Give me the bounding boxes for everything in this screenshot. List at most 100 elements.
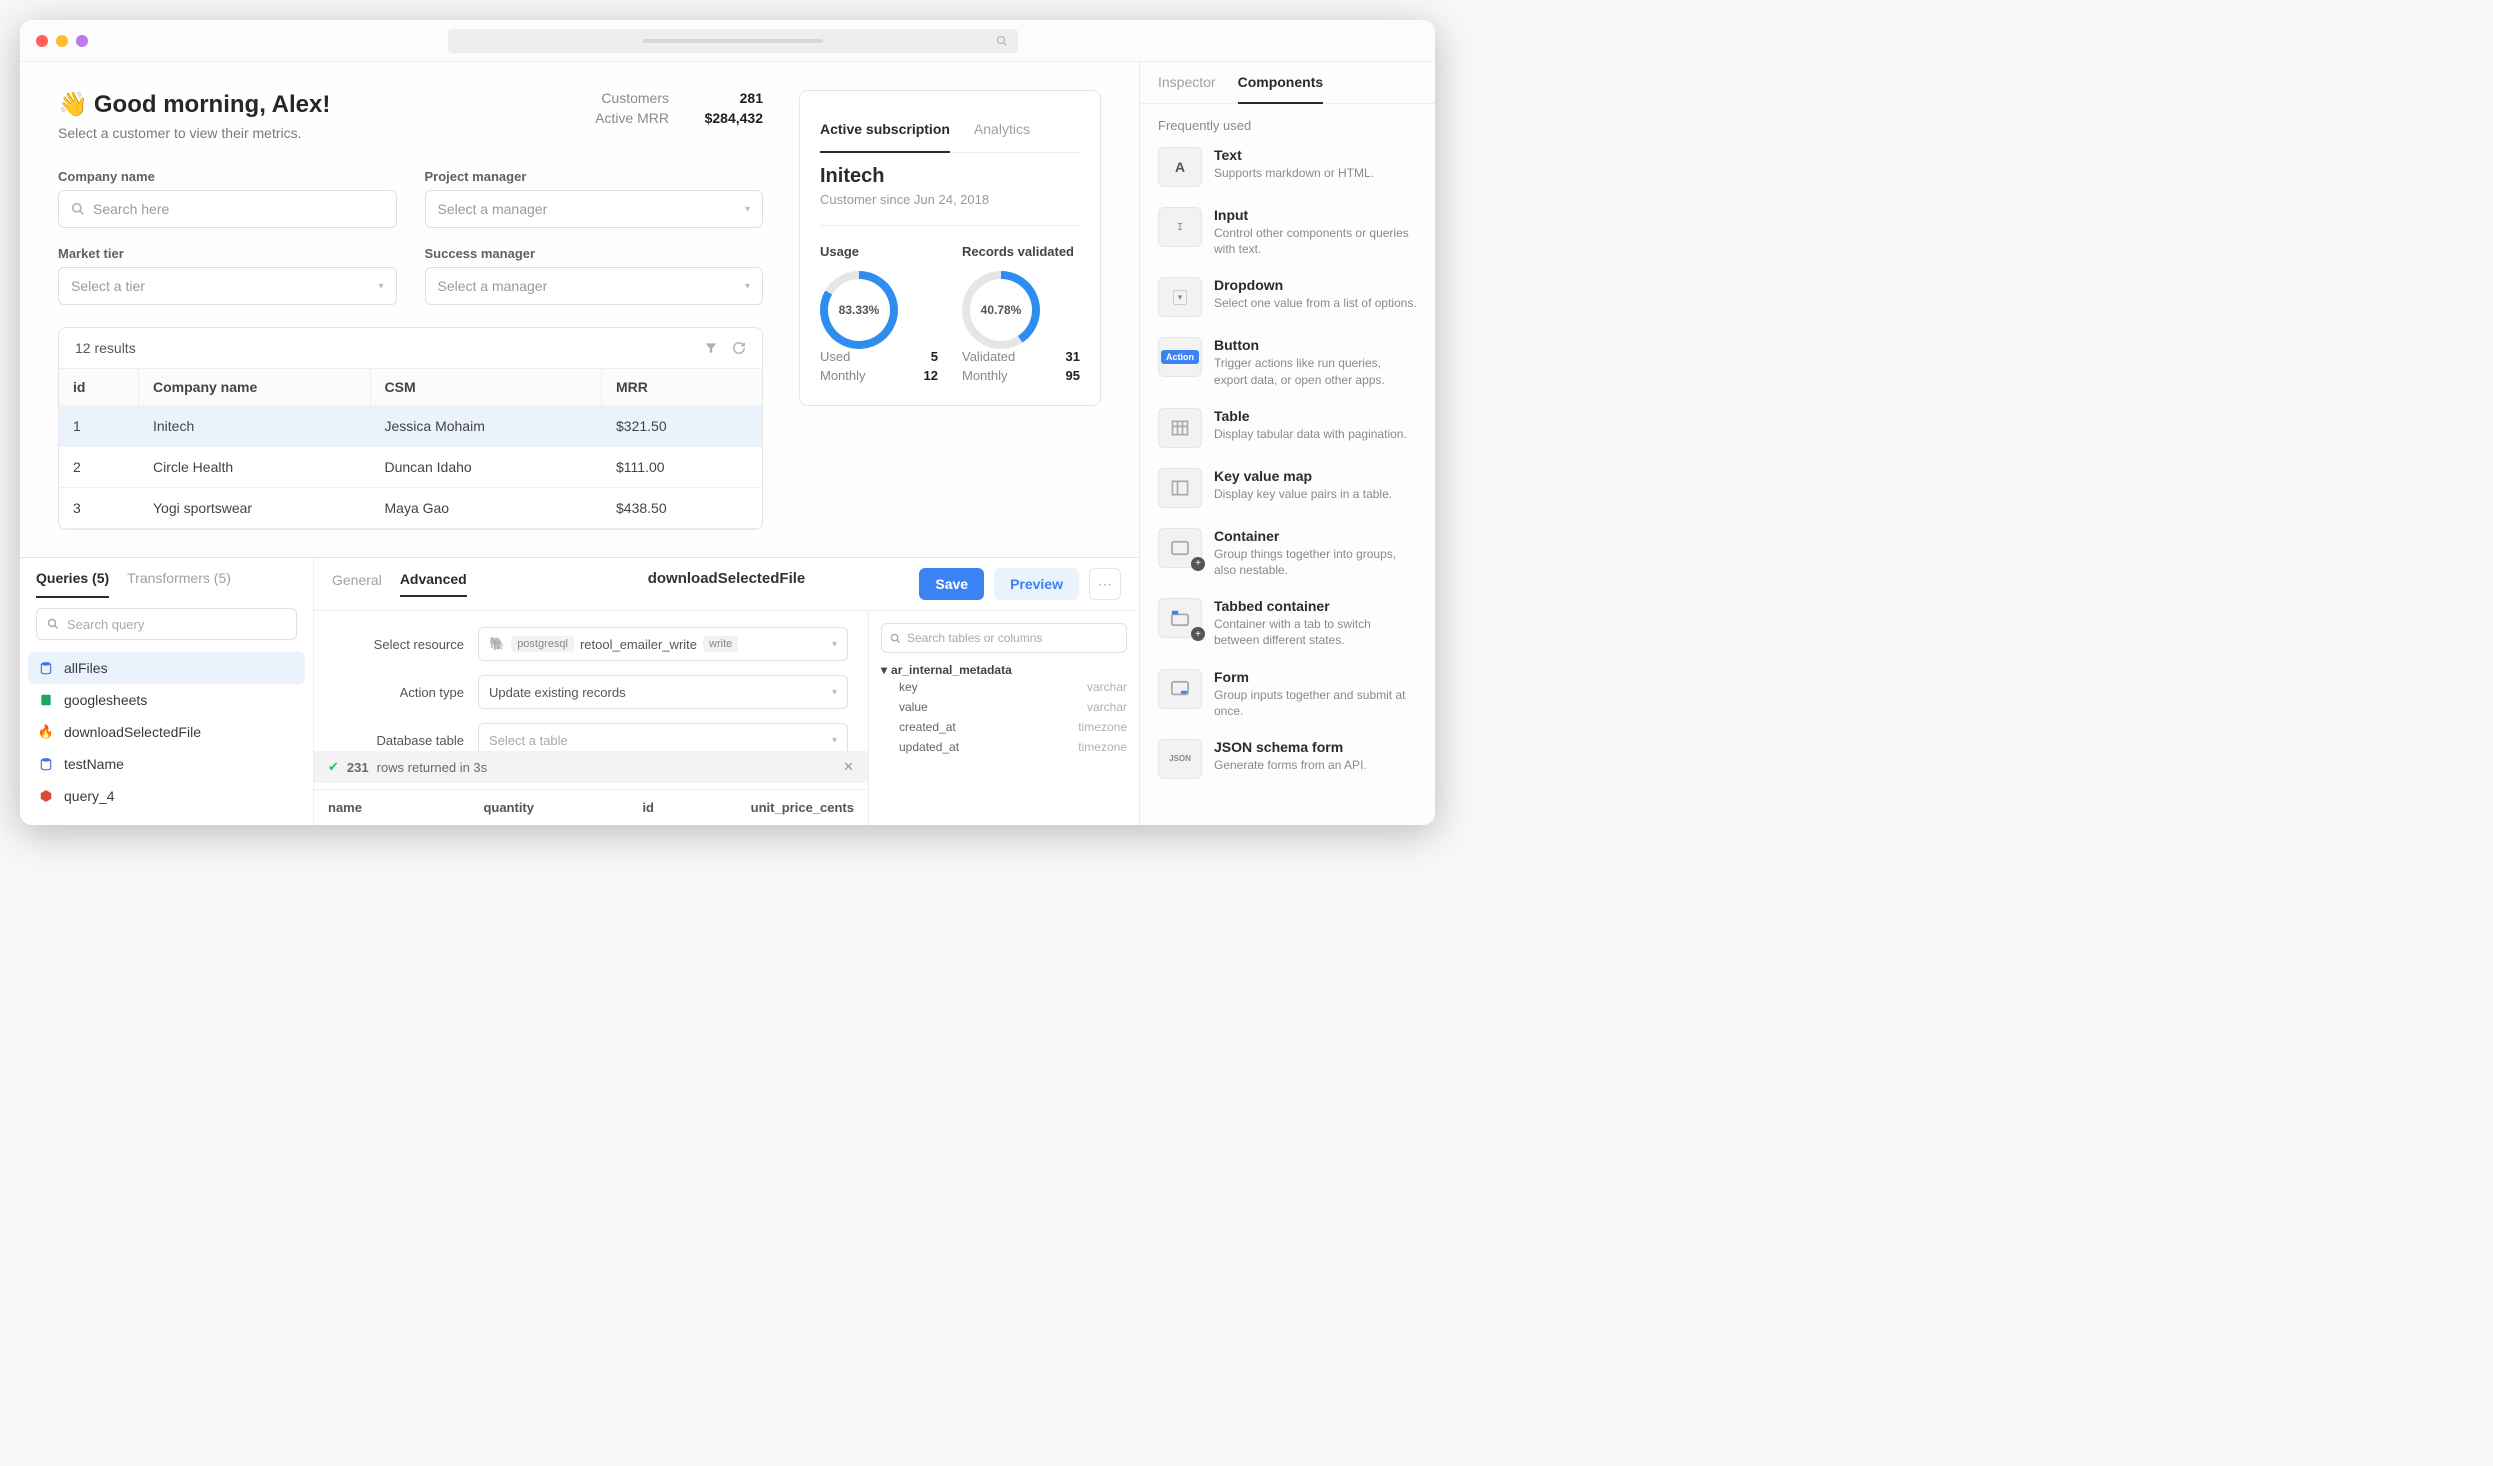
col-type: timezone [1078,740,1127,754]
component-desc: Display key value pairs in a table. [1214,486,1392,502]
query-item[interactable]: 🔥downloadSelectedFile [28,716,305,748]
table-header-row: id Company name CSM MRR [59,369,762,406]
filter-icon[interactable] [704,341,718,355]
resource-label: Select resource [334,637,464,652]
customer-since: Customer since Jun 24, 2018 [820,192,1080,207]
sm-select[interactable]: Select a manager ▾ [425,267,764,305]
component-item[interactable]: + Tabbed container Container with a tab … [1154,588,1421,658]
minimize-window-icon[interactable] [56,35,68,47]
tier-filter-label: Market tier [58,246,397,261]
chevron-down-icon: ▾ [832,735,837,746]
result-col[interactable]: name [328,800,374,815]
query-item[interactable]: testName [28,748,305,780]
component-name: Input [1214,207,1417,223]
schema-column[interactable]: updated_attimezone [881,737,1127,757]
close-icon[interactable]: ✕ [843,759,854,775]
result-col[interactable]: id [534,800,654,815]
component-item[interactable]: Form Group inputs together and submit at… [1154,659,1421,729]
schema-column[interactable]: valuevarchar [881,697,1127,717]
tab-components[interactable]: Components [1238,74,1324,104]
component-item[interactable]: + Container Group things together into g… [1154,518,1421,588]
component-item[interactable]: JSON JSON schema form Generate forms fro… [1154,729,1421,789]
schema-table[interactable]: ▾ ar_internal_metadata [881,663,1127,677]
traffic-lights [36,35,88,47]
more-button[interactable]: ⋯ [1089,568,1121,600]
component-item[interactable]: Action Button Trigger actions like run q… [1154,327,1421,397]
preview-button[interactable]: Preview [994,568,1079,600]
tabbed-icon: + [1158,598,1202,638]
cell-id: 3 [59,488,139,528]
company-search-input[interactable]: Search here [58,190,397,228]
component-item[interactable]: ▾ Dropdown Select one value from a list … [1154,267,1421,327]
omnibox[interactable] [448,29,1018,53]
pm-select[interactable]: Select a manager ▾ [425,190,764,228]
close-window-icon[interactable] [36,35,48,47]
placeholder-text: Search tables or columns [907,631,1042,645]
tab-transformers[interactable]: Transformers (5) [127,570,231,598]
table-row[interactable]: 1 Initech Jessica Mohaim $321.50 [59,406,762,447]
tab-analytics[interactable]: Analytics [974,109,1030,152]
component-item[interactable]: Table Display tabular data with paginati… [1154,398,1421,458]
container-icon: + [1158,528,1202,568]
result-columns: name quantity id unit_price_cents [314,789,868,825]
chevron-down-icon: ▾ [745,204,750,215]
db-table-label: Database table [334,733,464,748]
stat-label: Customers [601,90,669,106]
resource-select[interactable]: 🐘 postgresql retool_emailer_write write … [478,627,848,661]
component-name: Button [1214,337,1417,353]
action-type-select[interactable]: Update existing records ▾ [478,675,848,709]
query-item[interactable]: allFiles [28,652,305,684]
component-desc: Generate forms from an API. [1214,757,1367,773]
query-item[interactable]: googlesheets [28,684,305,716]
save-button[interactable]: Save [919,568,984,600]
component-item[interactable]: I Input Control other components or quer… [1154,197,1421,267]
postgres-icon: 🐘 [489,636,505,652]
table-icon [1158,408,1202,448]
stat-value: 281 [693,90,763,106]
col-id[interactable]: id [59,369,139,405]
sheets-icon [38,692,54,708]
tab-active-subscription[interactable]: Active subscription [820,109,950,153]
schema-table-name: ar_internal_metadata [891,663,1012,677]
kv-value: 12 [924,368,938,383]
schema-column[interactable]: keyvarchar [881,677,1127,697]
zoom-window-icon[interactable] [76,35,88,47]
component-item[interactable]: Key value map Display key value pairs in… [1154,458,1421,518]
page-title: Good morning, Alex! [94,91,330,119]
query-search-input[interactable]: Search query [36,608,297,640]
result-col[interactable]: quantity [374,800,534,815]
search-icon [47,618,59,630]
cell-csm: Duncan Idaho [371,447,603,487]
placeholder-text: Select a tier [71,278,145,294]
component-name: Key value map [1214,468,1392,484]
tab-general[interactable]: General [332,572,382,596]
schema-search-input[interactable]: Search tables or columns [881,623,1127,653]
component-desc: Group things together into groups, also … [1214,546,1417,578]
component-item[interactable]: A Text Supports markdown or HTML. [1154,137,1421,197]
col-csm[interactable]: CSM [371,369,603,405]
query-name: query_4 [64,788,115,804]
refresh-icon[interactable] [732,341,746,355]
cell-mrr: $111.00 [602,447,762,487]
plus-icon: + [1191,557,1205,571]
col-type: varchar [1087,700,1127,714]
tab-inspector[interactable]: Inspector [1158,74,1216,103]
query-item[interactable]: query_4 [28,780,305,812]
col-company[interactable]: Company name [139,369,371,405]
tier-select[interactable]: Select a tier ▾ [58,267,397,305]
result-col[interactable]: unit_price_cents [654,800,854,815]
cell-company: Yogi sportswear [139,488,371,528]
cell-mrr: $321.50 [602,406,762,446]
placeholder-text: Select a manager [438,278,548,294]
schema-browser: Search tables or columns ▾ ar_internal_m… [869,611,1139,825]
table-row[interactable]: 3 Yogi sportswear Maya Gao $438.50 [59,488,762,529]
usage-header: Usage [820,244,938,259]
table-row[interactable]: 2 Circle Health Duncan Idaho $111.00 [59,447,762,488]
component-desc: Trigger actions like run queries, export… [1214,355,1417,387]
schema-column[interactable]: created_attimezone [881,717,1127,737]
tab-queries[interactable]: Queries (5) [36,570,109,598]
component-name: JSON schema form [1214,739,1367,755]
tab-advanced[interactable]: Advanced [400,571,467,597]
status-count: 231 [347,760,369,775]
col-mrr[interactable]: MRR [602,369,762,405]
